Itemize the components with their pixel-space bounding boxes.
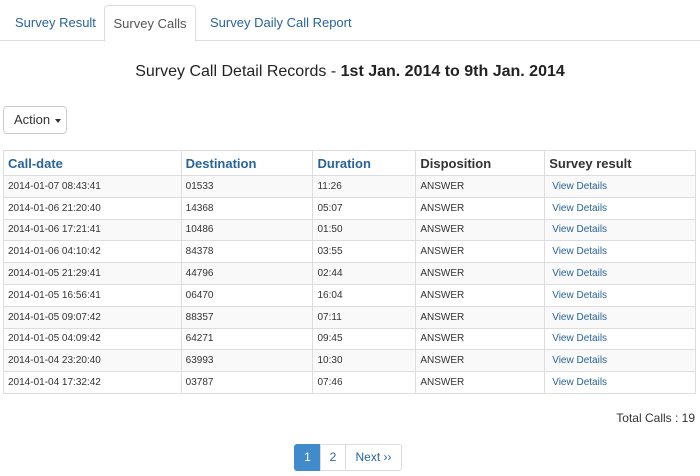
cell-disposition: ANSWER bbox=[415, 262, 546, 285]
action-dropdown-button[interactable]: Action bbox=[3, 106, 67, 134]
cell-duration: 02:44 bbox=[312, 262, 417, 285]
cell-disposition: ANSWER bbox=[415, 175, 546, 198]
pagination: 1 2 Next ›› bbox=[294, 444, 402, 471]
view-details-link[interactable]: View Details bbox=[549, 224, 607, 235]
column-header-survey-result: Survey result bbox=[544, 150, 696, 176]
cell-destination: 14368 bbox=[180, 196, 314, 220]
cell-call-date: 2014-01-05 09:07:42 bbox=[3, 305, 182, 329]
column-header-destination[interactable]: Destination bbox=[180, 150, 314, 176]
table-row: 2014-01-07 08:43:41 01533 11:26 ANSWER View … bbox=[3, 175, 696, 198]
page-title-range: 1st Jan. 2014 to 9th Jan. 2014 bbox=[340, 63, 565, 80]
view-details-link[interactable]: View Details bbox=[549, 290, 607, 301]
cell-duration: 16:04 bbox=[312, 283, 417, 307]
cell-disposition: ANSWER bbox=[415, 196, 546, 220]
view-details-link[interactable]: View Details bbox=[549, 312, 607, 323]
column-header-disposition: Disposition bbox=[415, 150, 546, 176]
cell-call-date: 2014-01-06 21:20:40 bbox=[3, 196, 182, 220]
cell-survey-result: View Details bbox=[544, 218, 696, 242]
view-details-link[interactable]: View Details bbox=[549, 333, 607, 344]
cell-duration: 01:50 bbox=[312, 218, 417, 242]
cell-disposition: ANSWER bbox=[415, 305, 546, 329]
table-header-row: Call-date Destination Duration Dispositi… bbox=[3, 150, 696, 176]
cell-call-date: 2014-01-06 17:21:41 bbox=[3, 218, 182, 242]
tab-bar: Survey Result Survey Calls Survey Daily … bbox=[0, 5, 700, 42]
cell-destination: 03787 bbox=[180, 371, 314, 394]
next-page-button[interactable]: Next ›› bbox=[345, 444, 402, 471]
table-row: 2014-01-06 17:21:41 10486 01:50 ANSWER View … bbox=[3, 218, 696, 242]
cell-call-date: 2014-01-05 21:29:41 bbox=[3, 262, 182, 285]
cell-destination: 10486 bbox=[180, 218, 314, 242]
cell-duration: 03:55 bbox=[312, 240, 417, 264]
table-row: 2014-01-04 23:20:40 63993 10:30 ANSWER View … bbox=[3, 349, 696, 373]
page-title: Survey Call Detail Records - 1st Jan. 20… bbox=[0, 63, 700, 81]
cell-survey-result: View Details bbox=[544, 327, 696, 351]
cell-destination: 44796 bbox=[180, 262, 314, 285]
cell-disposition: ANSWER bbox=[415, 349, 546, 373]
cell-disposition: ANSWER bbox=[415, 218, 546, 242]
cell-destination: 84378 bbox=[180, 240, 314, 264]
table-row: 2014-01-05 04:09:42 64271 09:45 ANSWER View … bbox=[3, 327, 696, 351]
cell-survey-result: View Details bbox=[544, 283, 696, 307]
page-title-prefix: Survey Call Detail Records - bbox=[135, 63, 341, 80]
page-1-button[interactable]: 1 bbox=[294, 444, 321, 471]
view-details-link[interactable]: View Details bbox=[549, 246, 607, 257]
page-2-button[interactable]: 2 bbox=[320, 444, 346, 471]
cell-call-date: 2014-01-04 17:32:42 bbox=[3, 371, 182, 394]
cell-destination: 06470 bbox=[180, 283, 314, 307]
column-header-duration[interactable]: Duration bbox=[312, 150, 417, 176]
caret-down-icon bbox=[55, 119, 61, 123]
cell-survey-result: View Details bbox=[544, 305, 696, 329]
cell-disposition: ANSWER bbox=[415, 371, 546, 394]
view-details-link[interactable]: View Details bbox=[549, 377, 607, 388]
cell-duration: 07:46 bbox=[312, 371, 417, 394]
cell-disposition: ANSWER bbox=[415, 283, 546, 307]
tab-survey-calls[interactable]: Survey Calls bbox=[104, 5, 196, 42]
cell-survey-result: View Details bbox=[544, 262, 696, 285]
call-records-table: Call-date Destination Duration Dispositi… bbox=[3, 150, 696, 394]
column-header-call-date[interactable]: Call-date bbox=[3, 150, 182, 176]
tab-survey-result[interactable]: Survey Result bbox=[3, 5, 108, 41]
cell-destination: 01533 bbox=[180, 175, 314, 198]
cell-destination: 88357 bbox=[180, 305, 314, 329]
cell-survey-result: View Details bbox=[544, 240, 696, 264]
view-details-link[interactable]: View Details bbox=[549, 268, 607, 279]
cell-survey-result: View Details bbox=[544, 196, 696, 220]
cell-survey-result: View Details bbox=[544, 349, 696, 373]
cell-duration: 10:30 bbox=[312, 349, 417, 373]
tab-survey-daily-call-report[interactable]: Survey Daily Call Report bbox=[198, 5, 364, 41]
table-row: 2014-01-05 09:07:42 88357 07:11 ANSWER View … bbox=[3, 305, 696, 329]
action-button-label: Action bbox=[14, 112, 51, 127]
total-calls: Total Calls : 19 bbox=[616, 411, 695, 425]
cell-destination: 64271 bbox=[180, 327, 314, 351]
view-details-link[interactable]: View Details bbox=[549, 203, 607, 214]
table-row: 2014-01-06 21:20:40 14368 05:07 ANSWER View … bbox=[3, 196, 696, 220]
cell-destination: 63993 bbox=[180, 349, 314, 373]
table-row: 2014-01-04 17:32:42 03787 07:46 ANSWER View … bbox=[3, 371, 696, 394]
cell-duration: 07:11 bbox=[312, 305, 417, 329]
table-row: 2014-01-05 16:56:41 06470 16:04 ANSWER View … bbox=[3, 283, 696, 307]
cell-call-date: 2014-01-06 04:10:42 bbox=[3, 240, 182, 264]
cell-call-date: 2014-01-05 16:56:41 bbox=[3, 283, 182, 307]
cell-disposition: ANSWER bbox=[415, 327, 546, 351]
cell-duration: 05:07 bbox=[312, 196, 417, 220]
view-details-link[interactable]: View Details bbox=[549, 355, 607, 366]
cell-duration: 11:26 bbox=[312, 175, 417, 198]
table-row: 2014-01-05 21:29:41 44796 02:44 ANSWER View … bbox=[3, 262, 696, 285]
view-details-link[interactable]: View Details bbox=[549, 181, 607, 192]
cell-call-date: 2014-01-07 08:43:41 bbox=[3, 175, 182, 198]
cell-survey-result: View Details bbox=[544, 371, 696, 394]
cell-survey-result: View Details bbox=[544, 175, 696, 198]
cell-duration: 09:45 bbox=[312, 327, 417, 351]
cell-disposition: ANSWER bbox=[415, 240, 546, 264]
cell-call-date: 2014-01-04 23:20:40 bbox=[3, 349, 182, 373]
cell-call-date: 2014-01-05 04:09:42 bbox=[3, 327, 182, 351]
table-row: 2014-01-06 04:10:42 84378 03:55 ANSWER View … bbox=[3, 240, 696, 264]
